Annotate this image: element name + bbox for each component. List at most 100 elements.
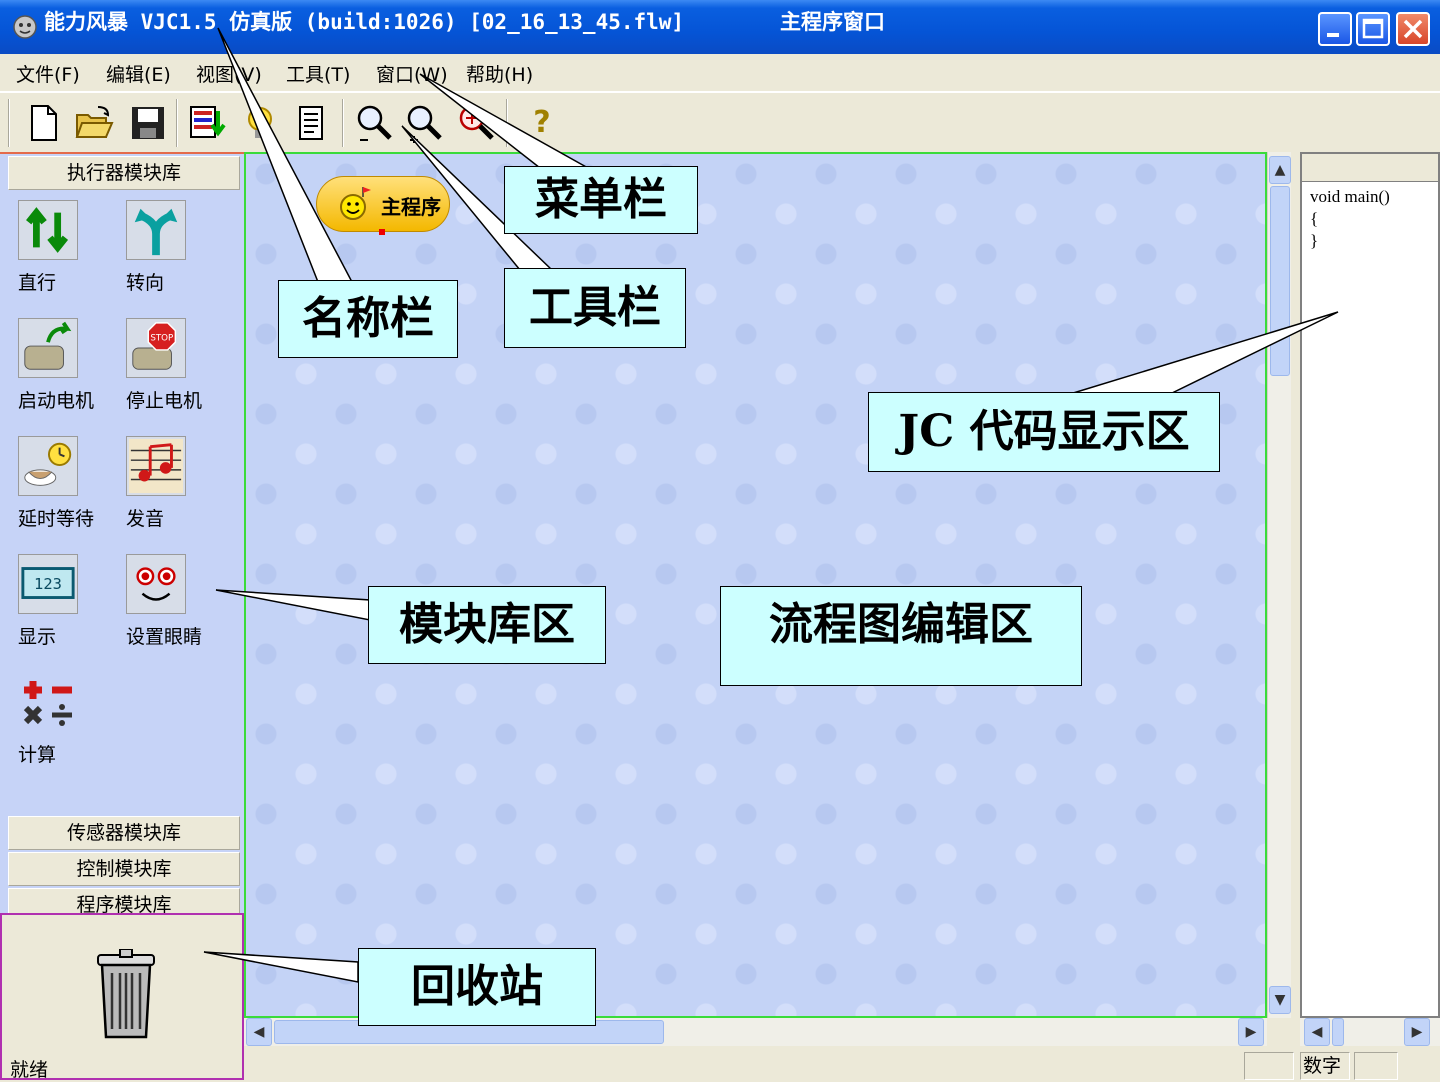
callout-toolbar: 工具栏 bbox=[504, 268, 686, 348]
help-icon[interactable]: ? bbox=[522, 103, 562, 143]
toolbar: ? bbox=[0, 92, 1440, 152]
new-file-icon[interactable] bbox=[24, 103, 64, 143]
module-library-panel: 执行器模块库 直行 转向 启动电机 STOP 停止电机 延时等待 发音 123 … bbox=[0, 152, 244, 922]
status-bar: 数字 bbox=[244, 1046, 1440, 1080]
scroll-left-button[interactable]: ◀ bbox=[246, 1018, 272, 1046]
stop-motor-icon: STOP bbox=[126, 318, 186, 378]
code-text: void main() {} bbox=[1310, 186, 1390, 252]
menu-bar: 文件(F) 编辑(E) 视图(V) 工具(T) 窗口(W) 帮助(H) bbox=[0, 54, 1440, 92]
code-panel-header bbox=[1302, 154, 1438, 182]
music-notes-icon bbox=[126, 436, 186, 496]
module-label: 直行 bbox=[18, 272, 57, 294]
callout-flowchart: 流程图编辑区 bbox=[720, 586, 1082, 686]
window-subtitle: 主程序窗口 bbox=[780, 10, 885, 34]
app-icon[interactable] bbox=[10, 10, 40, 40]
script-icon[interactable] bbox=[292, 103, 332, 143]
title-bar: 能力风暴 VJC1.5 仿真版 (build:1026) [02_16_13_4… bbox=[0, 0, 1440, 54]
code-line: } bbox=[1310, 231, 1319, 250]
toolbar-grip bbox=[8, 99, 10, 147]
module-label: 发音 bbox=[126, 508, 165, 530]
module-label: 转向 bbox=[126, 272, 165, 294]
module-label: 启动电机 bbox=[18, 390, 95, 412]
status-cell bbox=[1354, 1052, 1398, 1080]
code-scroll-left-button[interactable]: ◀ bbox=[1304, 1018, 1330, 1046]
canvas-vertical-scrollbar[interactable]: ▲ ▼ bbox=[1267, 152, 1291, 1018]
main-program-label: 主程序 bbox=[381, 195, 441, 219]
vertical-scroll-thumb[interactable] bbox=[1270, 186, 1290, 376]
module-label: 延时等待 bbox=[18, 508, 95, 530]
code-scroll-thumb[interactable] bbox=[1332, 1018, 1344, 1046]
minimize-icon bbox=[1327, 33, 1339, 37]
download-icon[interactable] bbox=[188, 103, 228, 143]
start-motor-icon bbox=[18, 318, 78, 378]
maximize-icon bbox=[1362, 18, 1384, 39]
zoom-in-icon[interactable] bbox=[404, 103, 444, 143]
callout-titlebar: 名称栏 bbox=[278, 280, 458, 358]
smiley-flag-icon bbox=[340, 187, 371, 220]
trash-can-icon[interactable] bbox=[94, 949, 158, 1041]
display-123-icon: 123 bbox=[18, 554, 78, 614]
module-straight[interactable]: 直行 bbox=[10, 200, 120, 310]
status-ready-text: 就绪 bbox=[10, 1059, 49, 1081]
module-turn[interactable]: 转向 bbox=[118, 200, 228, 310]
app-window: 能力风暴 VJC1.5 仿真版 (build:1026) [02_16_13_4… bbox=[0, 0, 1440, 1081]
minimize-button[interactable] bbox=[1318, 12, 1352, 46]
toolbar-separator bbox=[506, 99, 508, 147]
module-set-eyes[interactable]: 设置眼睛 bbox=[118, 554, 228, 664]
module-label: 设置眼睛 bbox=[126, 626, 203, 648]
zoom-out-icon[interactable] bbox=[354, 103, 394, 143]
module-stop-motor[interactable]: STOP 停止电机 bbox=[118, 318, 228, 428]
callout-menubar: 菜单栏 bbox=[504, 166, 698, 234]
toolbar-separator bbox=[176, 99, 178, 147]
straight-arrows-icon bbox=[18, 200, 78, 260]
stop-sign-text: STOP bbox=[150, 333, 173, 343]
menu-edit[interactable]: 编辑(E) bbox=[106, 60, 171, 87]
scroll-right-button[interactable]: ▶ bbox=[1238, 1018, 1264, 1046]
turn-arrow-icon bbox=[126, 200, 186, 260]
connector-point[interactable] bbox=[379, 229, 385, 235]
code-scroll-right-button[interactable]: ▶ bbox=[1404, 1018, 1430, 1046]
code-horizontal-scrollbar[interactable]: ◀ ▶ bbox=[1300, 1018, 1440, 1046]
scroll-down-button[interactable]: ▼ bbox=[1269, 986, 1291, 1014]
window-title: 能力风暴 VJC1.5 仿真版 (build:1026) [02_16_13_4… bbox=[44, 10, 685, 34]
close-icon bbox=[1403, 19, 1423, 39]
module-label: 停止电机 bbox=[126, 390, 203, 412]
scroll-up-button[interactable]: ▲ bbox=[1269, 156, 1291, 184]
module-delay[interactable]: 延时等待 bbox=[10, 436, 120, 546]
callout-library: 模块库区 bbox=[368, 586, 606, 664]
zoom-fit-icon[interactable] bbox=[456, 103, 496, 143]
callout-recycle: 回收站 bbox=[358, 948, 596, 1026]
eyes-face-icon bbox=[126, 554, 186, 614]
module-sound[interactable]: 发音 bbox=[118, 436, 228, 546]
library-header-actuators[interactable]: 执行器模块库 bbox=[8, 156, 240, 190]
menu-tools[interactable]: 工具(T) bbox=[286, 60, 350, 87]
recycle-bin-area: 就绪 bbox=[0, 913, 244, 1081]
module-label: 显示 bbox=[18, 626, 57, 648]
module-label: 计算 bbox=[18, 744, 57, 766]
toolbar-separator bbox=[342, 99, 344, 147]
menu-help[interactable]: 帮助(H) bbox=[466, 60, 533, 87]
maximize-button[interactable] bbox=[1356, 12, 1390, 46]
library-header-control[interactable]: 控制模块库 bbox=[8, 852, 240, 886]
module-calculate[interactable]: 计算 bbox=[10, 672, 120, 782]
code-line: void main() bbox=[1310, 187, 1390, 206]
menu-file[interactable]: 文件(F) bbox=[16, 60, 80, 87]
display-value: 123 bbox=[34, 575, 62, 593]
delay-clock-icon bbox=[18, 436, 78, 496]
status-cell bbox=[1244, 1052, 1294, 1080]
close-button[interactable] bbox=[1396, 12, 1430, 46]
code-line: { bbox=[1310, 209, 1319, 228]
bulb-icon[interactable] bbox=[240, 103, 280, 143]
menu-window[interactable]: 窗口(W) bbox=[376, 60, 448, 87]
calculator-icon bbox=[23, 681, 72, 726]
library-header-sensors[interactable]: 传感器模块库 bbox=[8, 816, 240, 850]
module-start-motor[interactable]: 启动电机 bbox=[10, 318, 120, 428]
menu-view[interactable]: 视图(V) bbox=[196, 60, 262, 87]
save-icon[interactable] bbox=[128, 103, 168, 143]
main-program-block[interactable]: 主程序 bbox=[316, 176, 450, 235]
callout-code-area: JC 代码显示区 bbox=[868, 392, 1220, 472]
code-display-panel[interactable]: void main() {} bbox=[1300, 152, 1440, 1018]
module-display[interactable]: 123 显示 bbox=[10, 554, 120, 664]
open-folder-icon[interactable] bbox=[74, 103, 114, 143]
num-lock-indicator: 数字 bbox=[1300, 1052, 1350, 1080]
